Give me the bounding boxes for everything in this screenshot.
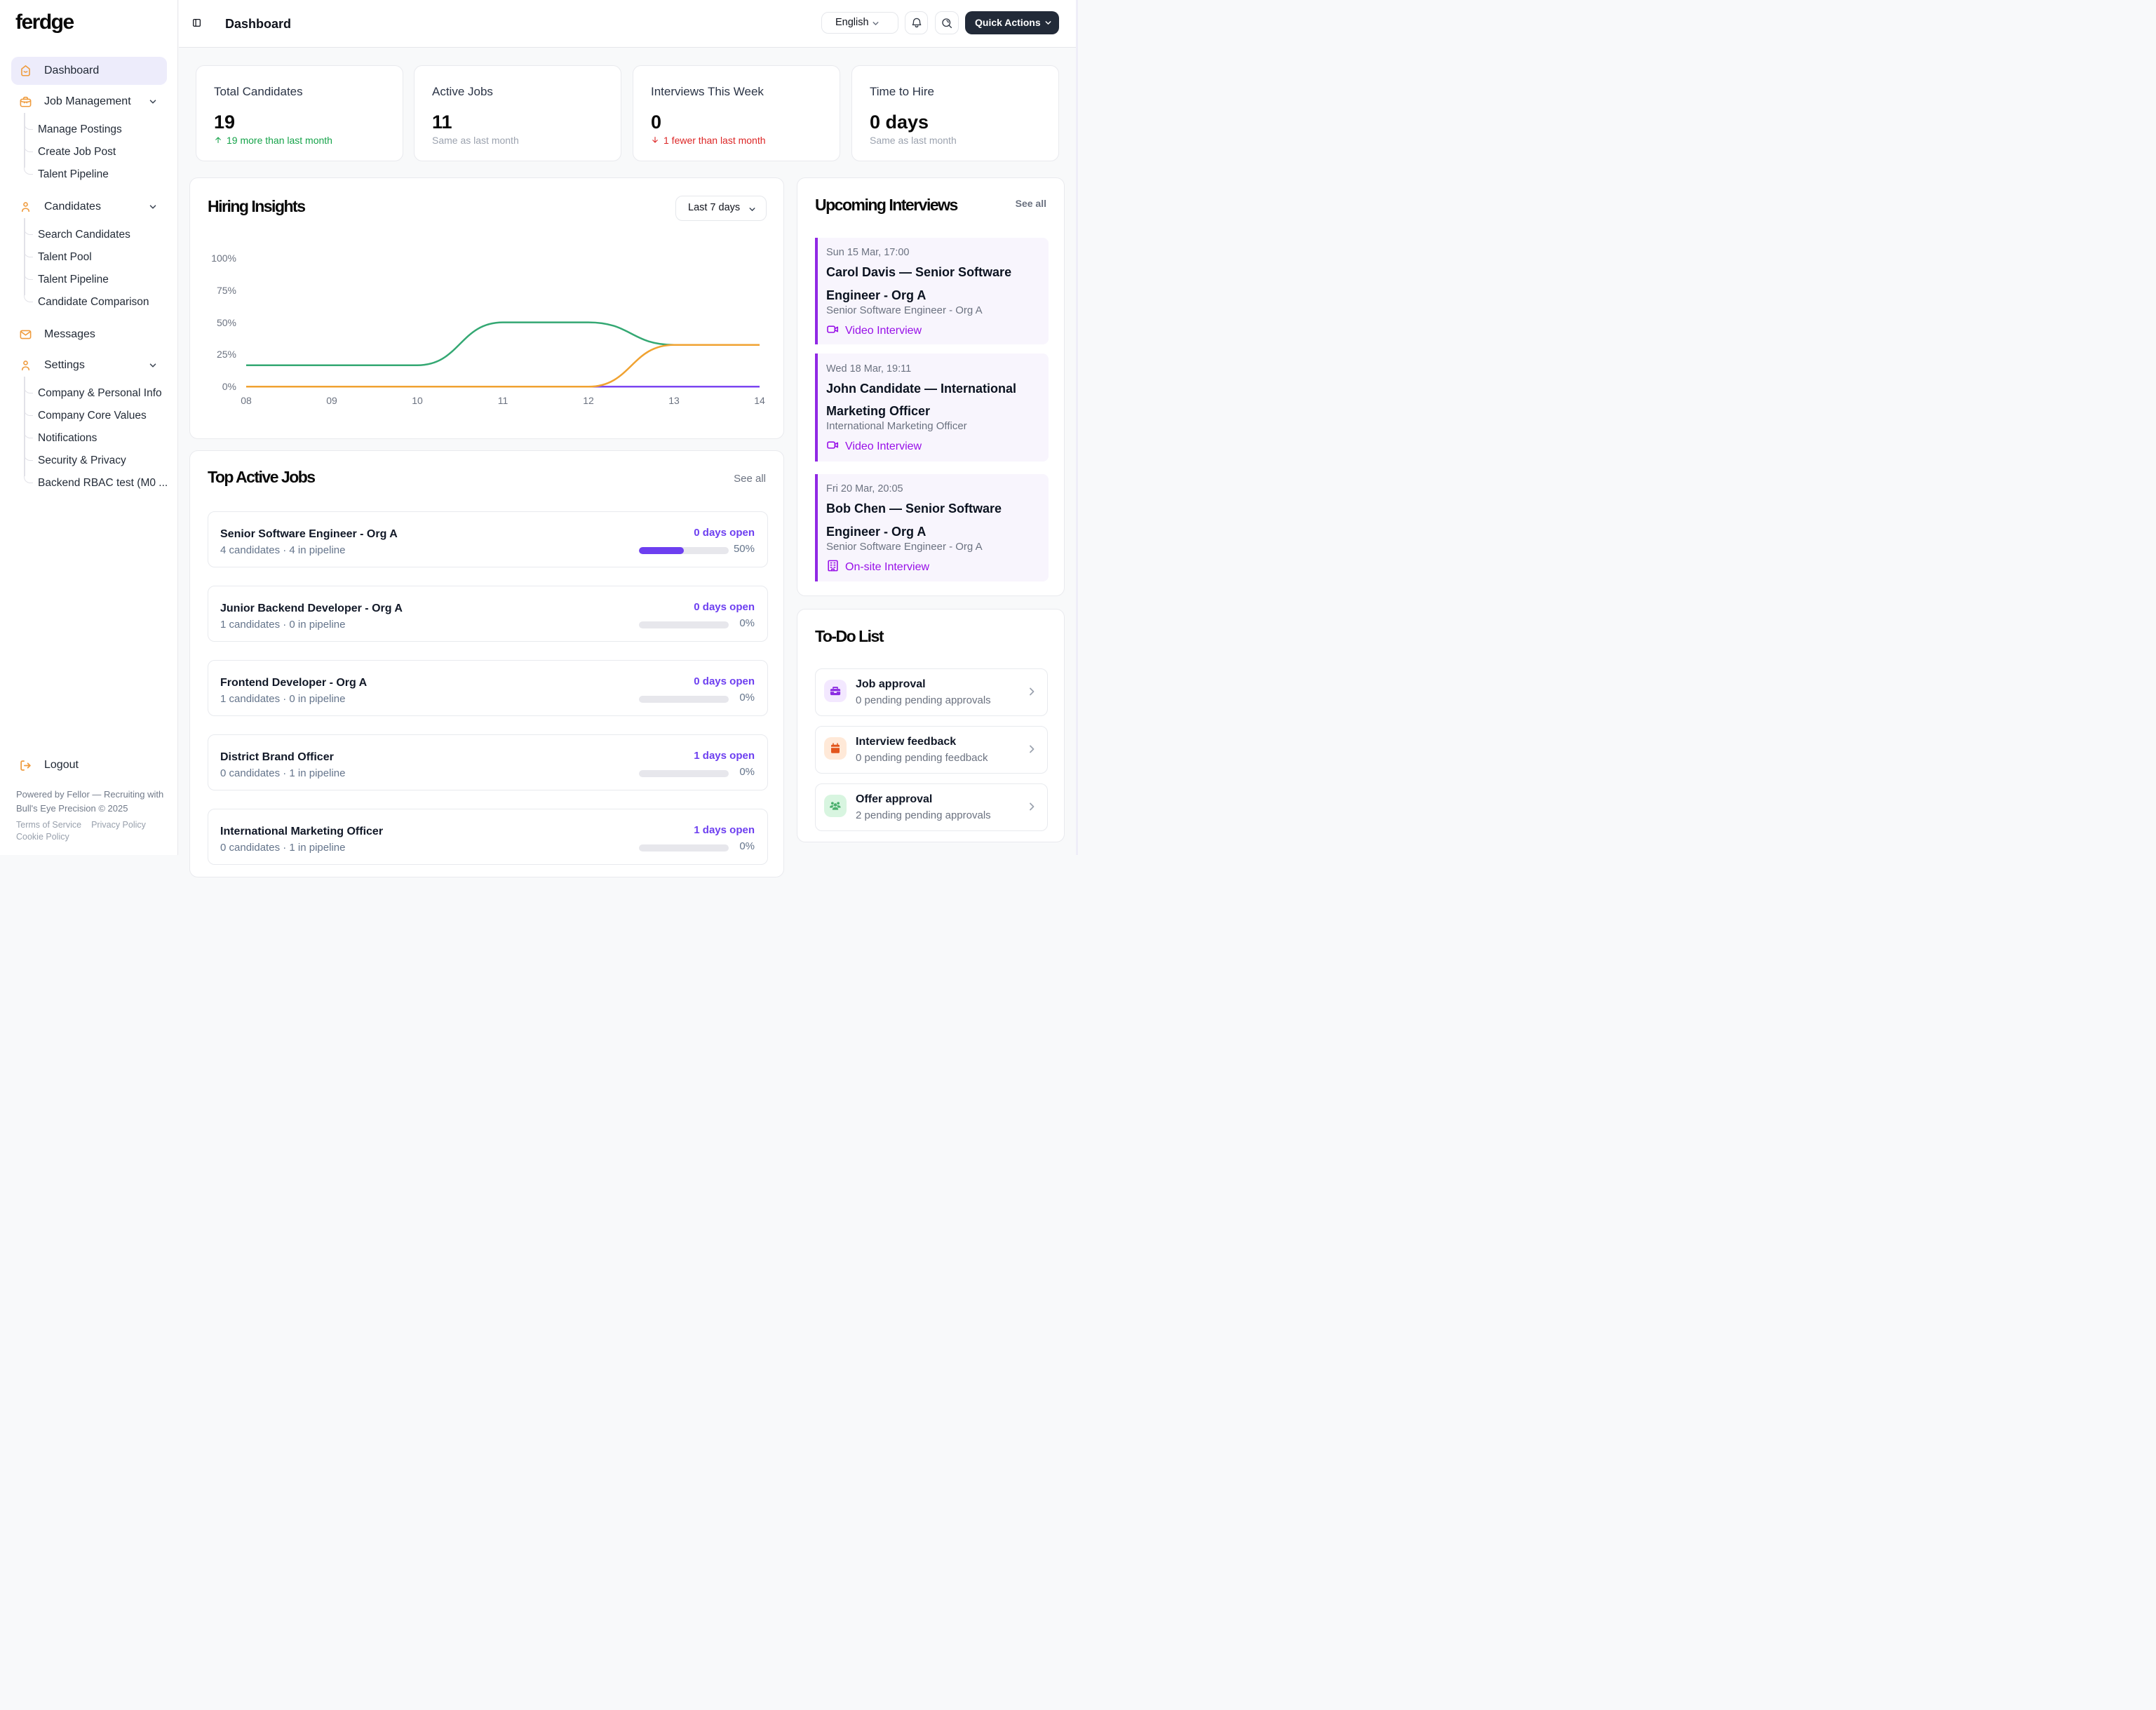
- svg-text:10: 10: [412, 395, 423, 406]
- svg-text:25%: 25%: [217, 349, 236, 360]
- svg-text:08: 08: [241, 395, 252, 406]
- svg-text:50%: 50%: [217, 317, 236, 328]
- svg-text:13: 13: [668, 395, 680, 406]
- svg-text:0%: 0%: [222, 381, 236, 392]
- svg-text:12: 12: [583, 395, 594, 406]
- svg-text:100%: 100%: [211, 253, 236, 264]
- svg-text:75%: 75%: [217, 285, 236, 296]
- svg-text:14: 14: [754, 395, 765, 406]
- svg-text:11: 11: [498, 395, 508, 406]
- svg-text:09: 09: [326, 395, 337, 406]
